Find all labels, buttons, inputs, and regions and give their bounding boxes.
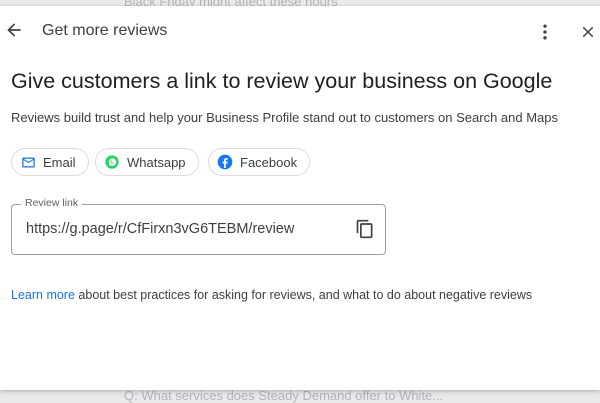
close-button[interactable] [576, 20, 600, 44]
background-bottom-text: Q: What services does Steady Demand offe… [124, 388, 444, 403]
page-headline: Give customers a link to review your bus… [11, 69, 553, 93]
email-icon [20, 154, 36, 170]
back-button[interactable] [2, 18, 26, 42]
dialog-title: Get more reviews [42, 22, 168, 39]
more-options-button[interactable] [533, 20, 557, 44]
share-facebook-button[interactable]: Facebook [208, 148, 311, 176]
share-email-label: Email [43, 154, 76, 170]
learn-more-description: about best practices for asking for revi… [74, 288, 533, 302]
share-email-button[interactable]: Email [11, 148, 89, 176]
whatsapp-icon [104, 154, 120, 170]
review-link-label: Review link [21, 197, 83, 209]
page-subtitle: Reviews build trust and help your Busine… [11, 110, 559, 125]
dialog-header: Get more reviews [0, 6, 600, 58]
share-facebook-label: Facebook [240, 154, 298, 170]
facebook-icon [217, 154, 233, 170]
copy-icon [356, 219, 373, 239]
share-whatsapp-label: Whatsapp [127, 154, 186, 170]
more-vert-icon [543, 24, 547, 40]
review-link-value[interactable]: https://g.page/r/CfFirxn3vG6TEBM/review [26, 221, 294, 237]
arrow-back-icon [7, 23, 21, 37]
share-whatsapp-button[interactable]: Whatsapp [95, 148, 199, 176]
learn-more-link[interactable]: Learn more [11, 288, 75, 302]
get-more-reviews-dialog: Get more reviews Give customers a link t… [0, 6, 600, 390]
review-link-field[interactable]: Review link https://g.page/r/CfFirxn3vG6… [11, 197, 386, 255]
learn-more-text: Learn more about best practices for aski… [11, 288, 532, 302]
copy-link-button[interactable] [353, 217, 377, 241]
close-icon [582, 26, 594, 38]
